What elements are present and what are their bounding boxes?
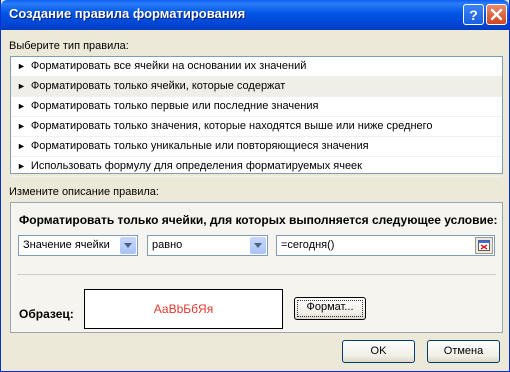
format-button[interactable]: Формат... — [294, 297, 366, 320]
format-button-label: Формат... — [306, 301, 354, 313]
bullet-arrow-icon: ► — [17, 121, 26, 131]
rule-description-panel: Форматировать только ячейки, для которых… — [10, 202, 503, 333]
rule-type-list[interactable]: ► Форматировать все ячейки на основании и… — [10, 56, 503, 177]
rule-type-item[interactable]: ► Использовать формулу для определения фо… — [11, 157, 502, 177]
rule-type-item-label: Форматировать только уникальные или повт… — [30, 140, 369, 152]
formula-value: =сегодня() — [281, 239, 335, 251]
condition-title: Форматировать только ячейки, для которых… — [19, 213, 498, 227]
chevron-down-icon — [254, 243, 262, 248]
bullet-arrow-icon: ► — [17, 161, 26, 171]
formula-input[interactable]: =сегодня() — [276, 235, 495, 256]
preview-label: Образец: — [19, 307, 74, 321]
rule-type-item-label: Форматировать все ячейки на основании их… — [30, 60, 307, 72]
rule-type-item-label: Форматировать только первые или последни… — [30, 100, 319, 112]
bullet-arrow-icon: ► — [17, 141, 26, 151]
rule-type-item-label: Форматировать только значения, которые н… — [30, 120, 433, 132]
rule-type-item-selected[interactable]: ► Форматировать только ячейки, которые со… — [11, 77, 502, 97]
rule-type-item-label: Использовать формулу для определения фор… — [30, 160, 362, 172]
chevron-down-icon — [124, 243, 132, 248]
cancel-button-label: Отмена — [443, 345, 484, 357]
dropdown-arrow-button[interactable] — [250, 237, 266, 254]
rule-type-item[interactable]: ► Форматировать все ячейки на основании и… — [11, 57, 502, 77]
collapse-dialog-icon — [478, 240, 490, 251]
rule-description-label: Измените описание правила: — [9, 186, 159, 198]
cancel-button[interactable]: Отмена — [427, 340, 500, 363]
dialog-title: Создание правила форматирования — [9, 6, 246, 21]
preview-sample-text: АаВbБбЯя — [153, 302, 214, 316]
bullet-arrow-icon: ► — [17, 81, 26, 91]
rule-type-item-label: Форматировать только ячейки, которые сод… — [30, 80, 286, 92]
ok-button[interactable]: OK — [342, 340, 415, 363]
ok-button-label: OK — [370, 345, 387, 357]
bullet-arrow-icon: ► — [17, 61, 26, 71]
condition-type-value: Значение ячейки — [23, 239, 110, 251]
close-button[interactable] — [486, 4, 507, 25]
question-icon: ? — [469, 7, 478, 23]
title-bar[interactable]: Создание правила форматирования ? — [1, 0, 509, 30]
rule-type-item[interactable]: ► Форматировать только первые или последн… — [11, 97, 502, 117]
svg-text:?: ? — [469, 7, 478, 23]
bullet-arrow-icon: ► — [17, 101, 26, 111]
rule-type-label: Выберите тип правила: — [9, 40, 129, 52]
rule-type-item[interactable]: ► Форматировать только уникальные или пов… — [11, 137, 502, 157]
operator-value: равно — [152, 239, 183, 251]
divider — [17, 274, 496, 275]
format-preview-box: АаВbБбЯя — [84, 289, 283, 329]
dialog-window: Создание правила форматирования ? Выбери… — [0, 0, 510, 372]
close-icon — [490, 8, 503, 21]
range-select-button[interactable] — [475, 237, 493, 254]
help-button[interactable]: ? — [463, 4, 484, 25]
rule-type-item[interactable]: ► Форматировать только значения, которые … — [11, 117, 502, 137]
condition-type-dropdown[interactable]: Значение ячейки — [18, 235, 138, 256]
dropdown-arrow-button[interactable] — [120, 237, 136, 254]
operator-dropdown[interactable]: равно — [147, 235, 268, 256]
